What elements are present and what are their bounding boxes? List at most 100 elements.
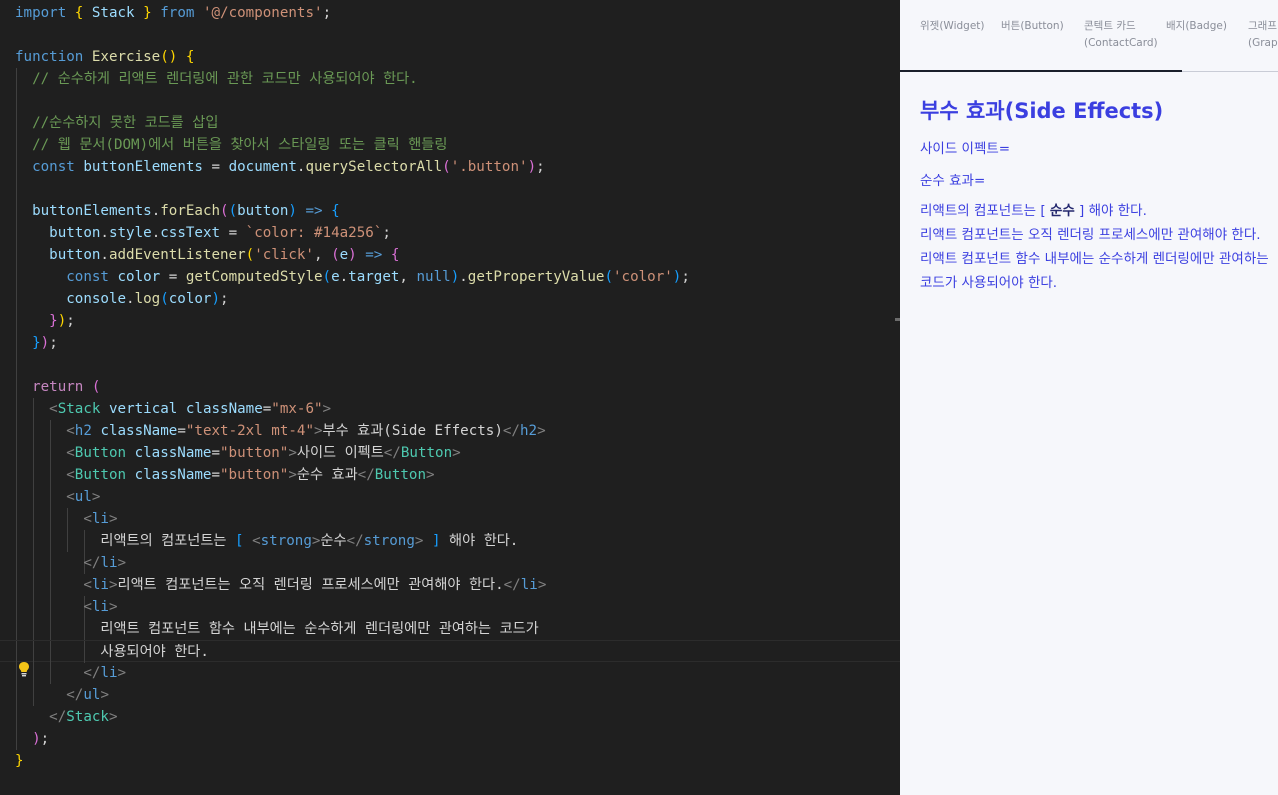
code-line[interactable]: } [0, 750, 900, 772]
code-token: ) [348, 247, 357, 263]
code-line[interactable]: function Exercise() { [0, 46, 900, 68]
code-token: '@/components' [202, 5, 323, 21]
code-line[interactable]: //순수하지 못한 코드를 삽입 [0, 112, 900, 134]
code-line[interactable]: // 순수하게 리액트 렌더링에 관한 코드만 사용되어야 한다. [0, 68, 900, 90]
code-line[interactable] [0, 90, 900, 112]
code-line[interactable]: </ul> [0, 684, 900, 706]
tab-contact-card[interactable]: 콘텍트 카드 (ContactCard) [1084, 18, 1158, 52]
code-line[interactable]: <Stack vertical className="mx-6"> [0, 398, 900, 420]
code-line[interactable]: // 웹 문서(DOM)에서 버튼을 찾아서 스타일링 또는 클릭 핸들링 [0, 134, 900, 156]
code-line[interactable]: </Stack> [0, 706, 900, 728]
code-token: 순수 [320, 533, 347, 549]
tab-badge[interactable]: 배지(Badge) [1166, 18, 1227, 35]
code-editor[interactable]: import { Stack } from '@/components'; fun… [0, 0, 900, 795]
code-line[interactable]: </li> [0, 552, 900, 574]
code-token: > [537, 577, 547, 593]
code-line[interactable]: const color = getComputedStyle(e.target,… [0, 266, 900, 288]
code-line[interactable]: </li> [0, 662, 900, 684]
code-line[interactable] [0, 178, 900, 200]
code-line[interactable]: }); [0, 310, 900, 332]
code-token: Button [400, 445, 453, 461]
code-token: e [331, 269, 340, 285]
code-token: } [15, 753, 24, 769]
code-text: </ul> [15, 684, 109, 706]
tab-graph[interactable]: 그래프 (Grap [1248, 18, 1278, 52]
code-token: ( [331, 247, 340, 263]
code-token: ( [220, 203, 229, 219]
code-text: <Stack vertical className="mx-6"> [15, 398, 331, 420]
code-line[interactable]: buttonElements.forEach((button) => { [0, 200, 900, 222]
code-line[interactable]: import { Stack } from '@/components'; [0, 2, 900, 24]
code-text: console.log(color); [15, 288, 228, 310]
code-text: ); [15, 728, 49, 750]
code-token: return [32, 379, 84, 395]
code-line[interactable]: <li>리액트 컴포넌트는 오직 렌더링 프로세스에만 관여해야 한다.</li… [0, 574, 900, 596]
code-line[interactable]: 리액트 컴포넌트 함수 내부에는 순수하게 렌더링에만 관여하는 코드가 [0, 618, 900, 640]
code-token: 'click' [254, 247, 314, 263]
code-token: 'color' [613, 269, 673, 285]
code-line[interactable] [0, 354, 900, 376]
code-line[interactable]: <Button className="button">사이드 이펙트</Butt… [0, 442, 900, 464]
tab-button[interactable]: 버튼(Button) [1001, 18, 1064, 35]
code-line[interactable]: <li> [0, 508, 900, 530]
code-line[interactable]: <Button className="button">순수 효과</Button… [0, 464, 900, 486]
code-text: const buttonElements = document.querySel… [15, 156, 545, 178]
code-token: () [160, 49, 178, 65]
tab-widget[interactable]: 위젯(Widget) [920, 18, 985, 35]
code-line[interactable]: console.log(color); [0, 288, 900, 310]
code-line[interactable]: button.addEventListener('click', (e) => … [0, 244, 900, 266]
code-line[interactable]: <h2 className="text-2xl mt-4">부수 효과(Side… [0, 420, 900, 442]
code-token: li [100, 665, 118, 681]
code-token: className [134, 467, 212, 483]
code-line[interactable]: <li> [0, 596, 900, 618]
code-token: </ [66, 687, 84, 703]
code-line[interactable]: const buttonElements = document.querySel… [0, 156, 900, 178]
code-token: > [452, 445, 461, 461]
code-line[interactable]: }); [0, 332, 900, 354]
code-line[interactable] [0, 24, 900, 46]
code-text: <h2 className="text-2xl mt-4">부수 효과(Side… [15, 420, 545, 442]
code-token: getComputedStyle [185, 269, 323, 285]
code-token: "button" [220, 445, 289, 461]
code-token: ) [450, 269, 460, 285]
list-item: 리액트의 컴포넌트는 [ 순수 ] 해야 한다. [920, 199, 1278, 223]
code-token: // 웹 문서(DOM)에서 버튼을 찾아서 스타일링 또는 클릭 핸들링 [32, 137, 448, 153]
side-effect-button[interactable]: 사이드 이펙트= [920, 137, 1010, 157]
code-text: </li> [15, 662, 126, 684]
code-token: = [211, 445, 221, 461]
code-token: Stack [66, 709, 109, 725]
code-token: Button [74, 467, 127, 483]
code-text: //순수하지 못한 코드를 삽입 [15, 112, 218, 134]
code-line[interactable]: ); [0, 728, 900, 750]
code-token: ) [288, 203, 297, 219]
code-line[interactable]: 사용되어야 한다. [0, 640, 900, 663]
code-token: li [520, 577, 538, 593]
code-token: . [151, 203, 161, 219]
code-token: . [459, 269, 468, 285]
code-line[interactable]: <ul> [0, 486, 900, 508]
indent-guide [16, 178, 17, 200]
code-token: . [100, 225, 109, 241]
code-token: ) [211, 291, 221, 307]
code-text: </Stack> [15, 706, 117, 728]
code-token: < [66, 423, 75, 439]
code-token: > [91, 489, 101, 505]
code-token: querySelectorAll [305, 159, 443, 175]
code-line[interactable]: return ( [0, 376, 900, 398]
code-line[interactable]: 리액트의 컴포넌트는 [ <strong>순수</strong> ] 해야 한다… [0, 530, 900, 552]
pure-effect-button[interactable]: 순수 효과= [920, 169, 985, 189]
code-line[interactable]: button.style.cssText = `color: #14a256`; [0, 222, 900, 244]
code-text: import { Stack } from '@/components'; [15, 2, 331, 24]
